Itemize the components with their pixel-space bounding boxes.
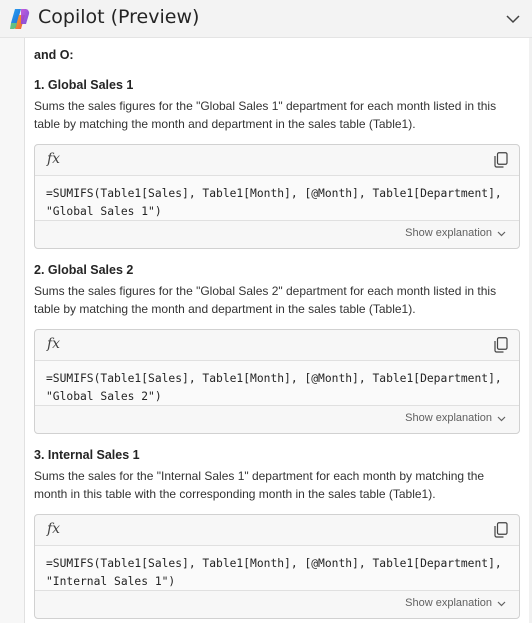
copy-icon[interactable] <box>494 337 508 353</box>
formula-card: fx =SUMIFS(Table1[Sales], Table1[Month],… <box>34 329 520 434</box>
copilot-logo-icon <box>10 9 30 30</box>
section-heading: 1. Global Sales 1 <box>34 78 134 92</box>
show-explanation-button[interactable]: Show explanation <box>405 412 507 424</box>
chat-response-panel: and O: 1. Global Sales 1 Sums the sales … <box>24 38 530 623</box>
chevron-down-icon <box>497 231 506 236</box>
section-heading: 2. Global Sales 2 <box>34 263 134 277</box>
copy-icon[interactable] <box>494 152 508 168</box>
fx-icon: fx <box>47 336 61 352</box>
formula-card-header: fx <box>35 515 519 546</box>
chevron-down-icon <box>497 416 506 421</box>
formula-code[interactable]: =SUMIFS(Table1[Sales], Table1[Month], [@… <box>35 176 519 220</box>
formula-card: fx =SUMIFS(Table1[Sales], Table1[Month],… <box>34 144 520 249</box>
formula-card-footer: Show explanation <box>35 405 519 433</box>
formula-card-header: fx <box>35 145 519 176</box>
section-description: Sums the sales figures for the "Global S… <box>34 99 497 131</box>
fx-icon: fx <box>47 151 61 167</box>
formula-card-footer: Show explanation <box>35 220 519 248</box>
formula-section: 2. Global Sales 2 Sums the sales figures… <box>34 263 522 434</box>
pane-header: Copilot (Preview) <box>0 0 532 38</box>
pane-title: Copilot (Preview) <box>38 6 200 28</box>
show-explanation-button[interactable]: Show explanation <box>405 597 507 609</box>
fx-icon: fx <box>47 521 61 537</box>
formula-card-footer: Show explanation <box>35 590 519 618</box>
intro-text: and O: <box>34 48 74 62</box>
chevron-down-icon <box>497 601 506 606</box>
collapse-chevron-icon[interactable] <box>504 10 522 28</box>
formula-card-header: fx <box>35 330 519 361</box>
section-heading: 3. Internal Sales 1 <box>34 448 140 462</box>
section-description: Sums the sales for the "Internal Sales 1… <box>34 469 485 501</box>
section-description: Sums the sales figures for the "Global S… <box>34 284 497 316</box>
show-explanation-button[interactable]: Show explanation <box>405 227 507 239</box>
formula-code[interactable]: =SUMIFS(Table1[Sales], Table1[Month], [@… <box>35 361 519 405</box>
formula-section: 3. Internal Sales 1 Sums the sales for t… <box>34 448 522 619</box>
formula-card: fx =SUMIFS(Table1[Sales], Table1[Month],… <box>34 514 520 619</box>
formula-section: 1. Global Sales 1 Sums the sales figures… <box>34 78 522 249</box>
formula-code[interactable]: =SUMIFS(Table1[Sales], Table1[Month], [@… <box>35 546 519 590</box>
copy-icon[interactable] <box>494 522 508 538</box>
